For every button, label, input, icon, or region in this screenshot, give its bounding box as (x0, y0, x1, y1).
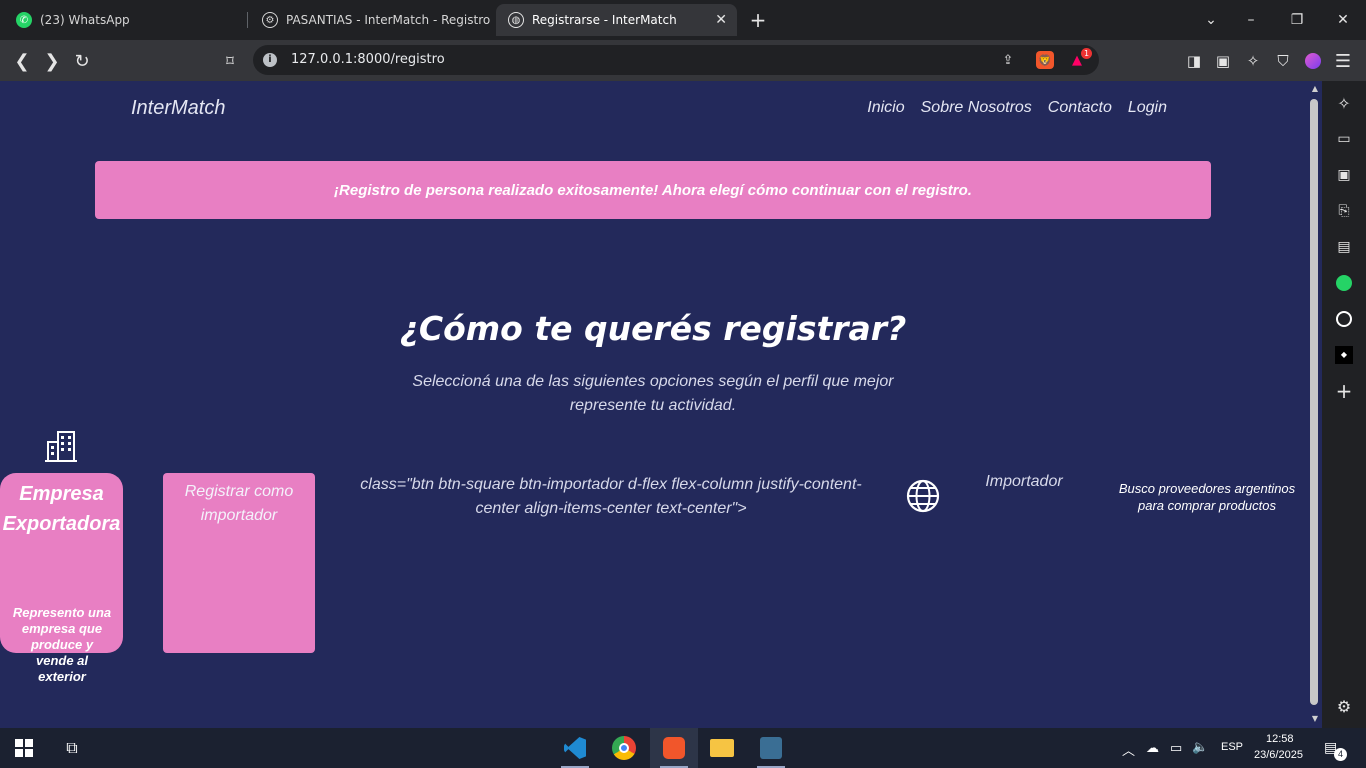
main-nav: Inicio Sobre Nosotros Contacto Login (867, 99, 1167, 117)
globe-tab-icon: ◍ (508, 12, 524, 28)
clock-date[interactable]: 23/6/2025 (1254, 749, 1303, 761)
battery-icon[interactable]: ▭ (1170, 740, 1182, 756)
tab-title: (23) WhatsApp (40, 13, 130, 27)
leo-ai-icon[interactable]: ✧ (1240, 48, 1266, 74)
share-icon[interactable]: ⇪ (999, 51, 1017, 69)
exportadora-description: Represento una empresa que produce y ven… (12, 605, 112, 684)
vscode-icon[interactable] (551, 728, 599, 768)
reload-icon[interactable]: ↻ (69, 48, 95, 74)
page-scrollbar[interactable]: ▲ ▼ (1308, 81, 1322, 728)
tidal-sidebar-icon[interactable]: ◆ (1332, 343, 1356, 367)
success-alert-text: ¡Registro de persona realizado exitosame… (334, 181, 972, 199)
nav-inicio[interactable]: Inicio (867, 99, 904, 117)
importador-title[interactable]: Importador (966, 473, 1082, 491)
wallet-sidebar-icon[interactable]: ▣ (1332, 163, 1356, 187)
mysql-workbench-icon[interactable] (747, 728, 795, 768)
whatsapp-sidebar-icon[interactable] (1332, 271, 1356, 295)
onedrive-icon[interactable]: ☁ (1146, 740, 1159, 756)
task-view-icon[interactable]: ⧉ (48, 728, 96, 768)
address-bar[interactable]: i 127.0.0.1:8000/registro ⇪ 🦁 ▲ 1 (253, 45, 1099, 75)
tab-divider (247, 12, 248, 28)
page-subtitle: Seleccioná una de las siguientes opcione… (412, 373, 894, 414)
building-icon (45, 431, 77, 462)
vpn-shield-icon[interactable]: ⛉ (1270, 48, 1296, 74)
tab-title: Registrarse - InterMatch (532, 13, 677, 27)
windows-taskbar: ⧉ ︿ ☁ ▭ 🔈 ESP 12:58 23/6/2025 ▤ 4 (0, 728, 1366, 768)
success-alert: ¡Registro de persona realizado exitosame… (95, 161, 1211, 219)
menu-icon[interactable]: ☰ (1330, 48, 1356, 74)
brave-shields-icon[interactable]: 🦁 (1036, 51, 1054, 69)
tab-registrarse[interactable]: ◍ Registrarse - InterMatch ✕ (496, 4, 737, 36)
back-icon[interactable]: ❮ (9, 48, 35, 74)
volume-icon[interactable]: 🔈 (1192, 739, 1208, 755)
nav-contacto[interactable]: Contacto (1048, 99, 1112, 117)
page-title: ¿Cómo te querés registrar? (399, 309, 907, 348)
tab-pasantias[interactable]: ⚙ PASANTIAS - InterMatch - Registro d (250, 4, 490, 36)
scroll-thumb[interactable] (1310, 99, 1318, 705)
clock-time[interactable]: 12:58 (1266, 733, 1294, 745)
new-tab-button[interactable]: + (735, 0, 781, 40)
nav-login[interactable]: Login (1128, 99, 1167, 117)
whatsapp-icon: ✆ (16, 12, 32, 28)
chrome-icon[interactable] (600, 728, 648, 768)
notifications-count: 4 (1334, 748, 1347, 761)
brand-logo[interactable]: InterMatch (131, 97, 225, 120)
leo-sidebar-icon[interactable]: ✧ (1332, 91, 1356, 115)
site-info-icon[interactable]: i (263, 53, 277, 67)
sidebar-toggle-icon[interactable]: ◨ (1181, 48, 1207, 74)
registrar-importador-label[interactable]: Registrar como importador (163, 480, 315, 528)
tab-whatsapp[interactable]: ✆ (23) WhatsApp (4, 4, 244, 36)
windows-start-icon[interactable] (0, 728, 48, 768)
exportadora-title[interactable]: Empresa Exportadora (0, 479, 123, 539)
chatgpt-sidebar-icon[interactable] (1332, 307, 1356, 331)
importador-description: Busco proveedores argentinos para compra… (1118, 481, 1296, 513)
bookmark-icon[interactable]: ⌑ (217, 48, 243, 74)
globe-icon (906, 479, 940, 513)
openai-icon: ⚙ (262, 12, 278, 28)
close-tab-icon[interactable]: ✕ (715, 12, 727, 28)
scroll-down-arrow-icon[interactable]: ▼ (1309, 714, 1321, 724)
add-sidebar-item-icon[interactable]: + (1332, 379, 1356, 403)
file-explorer-icon[interactable] (698, 728, 746, 768)
sidebar-settings-gear-icon[interactable]: ⚙ (1332, 694, 1356, 718)
browser-tab-strip: ✆ (23) WhatsApp ⚙ PASANTIAS - InterMatch… (0, 0, 1366, 40)
browser-sidebar: ✧ ▭ ▣ ⎘ ▤ ◆ + ⚙ (1322, 81, 1366, 728)
reading-list-icon[interactable]: ▤ (1332, 235, 1356, 259)
tab-title: PASANTIAS - InterMatch - Registro d (286, 13, 490, 27)
browser-toolbar: ❮ ❯ ↻ ⌑ i 127.0.0.1:8000/registro ⇪ 🦁 ▲ … (0, 40, 1366, 81)
rewards-badge: 1 (1081, 48, 1092, 59)
scroll-up-arrow-icon[interactable]: ▲ (1309, 84, 1321, 94)
minimize-button[interactable]: – (1228, 0, 1274, 40)
restore-button[interactable]: ❐ (1274, 0, 1320, 40)
tray-chevron-icon[interactable]: ︿ (1122, 740, 1135, 759)
bookmarks-sidebar-icon[interactable]: ⎘ (1332, 199, 1356, 223)
forward-icon[interactable]: ❯ (39, 48, 65, 74)
language-indicator[interactable]: ESP (1221, 741, 1243, 753)
raw-markup-text: class="btn btn-square btn-importador d-f… (360, 476, 862, 517)
page-viewport: InterMatch Inicio Sobre Nosotros Contact… (0, 81, 1308, 728)
url-text[interactable]: 127.0.0.1:8000/registro (291, 52, 445, 67)
profile-icon[interactable] (1300, 48, 1326, 74)
nav-sobre-nosotros[interactable]: Sobre Nosotros (921, 99, 1032, 117)
wallet-icon[interactable]: ▣ (1210, 48, 1236, 74)
close-window-button[interactable]: ✕ (1320, 0, 1366, 40)
talk-icon[interactable]: ▭ (1332, 127, 1356, 151)
brave-taskbar-icon[interactable] (650, 728, 698, 768)
